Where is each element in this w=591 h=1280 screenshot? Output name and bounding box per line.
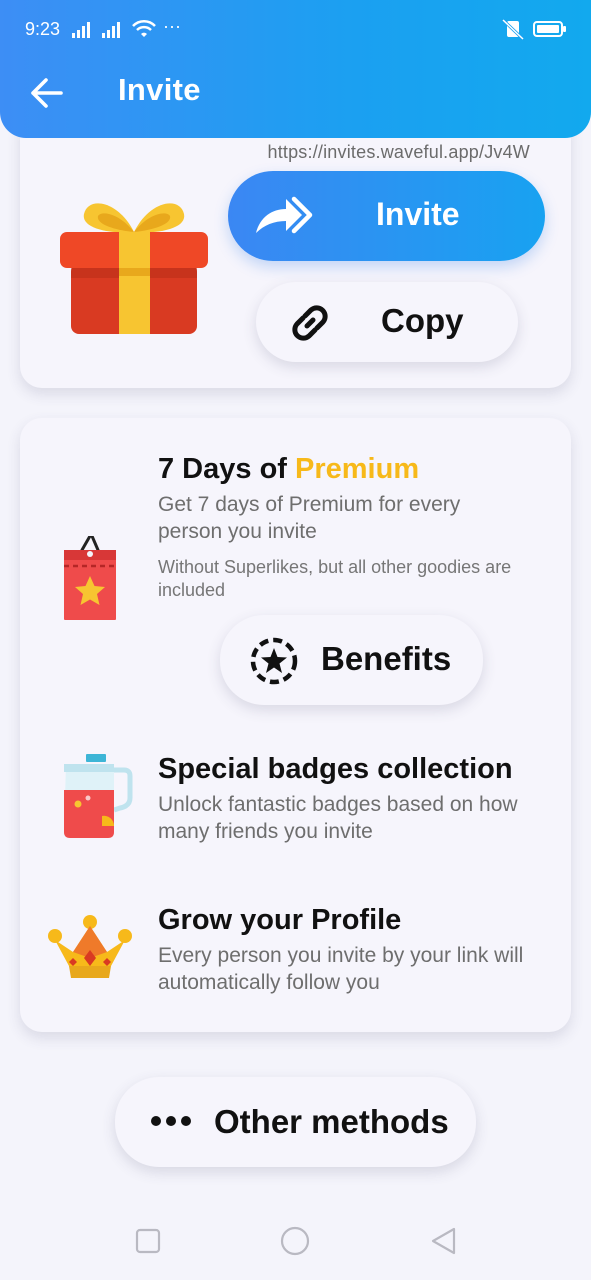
app-header: 9:23 ··· Invite <box>0 0 591 138</box>
profile-title: Grow your Profile <box>158 904 402 936</box>
invite-url[interactable]: https://invites.waveful.app/Jv4W <box>267 142 530 163</box>
badges-jar-icon <box>64 754 133 838</box>
vibrate-off-icon <box>501 18 525 40</box>
profile-description: Every person you invite by your link wil… <box>158 944 524 994</box>
copy-button-label: Copy <box>381 302 464 339</box>
home-circle-icon[interactable] <box>280 1226 310 1256</box>
star-badge-icon <box>250 637 298 685</box>
invite-button[interactable]: Invite <box>228 171 545 261</box>
page-title: Invite <box>118 72 201 107</box>
gift-icon <box>60 203 208 334</box>
wifi-icon <box>132 19 156 37</box>
copy-button[interactable]: Copy <box>256 282 518 362</box>
share-forward-icon <box>256 196 313 234</box>
link-icon <box>292 305 328 341</box>
more-dots-icon <box>151 1116 191 1126</box>
other-methods-label: Other methods <box>214 1103 449 1140</box>
back-triangle-icon[interactable] <box>429 1226 457 1256</box>
invite-button-label: Invite <box>376 196 460 232</box>
recents-square-icon[interactable] <box>135 1228 161 1254</box>
premium-note: Without Superlikes, but all other goodie… <box>158 557 512 600</box>
back-arrow-icon[interactable] <box>28 76 66 110</box>
benefits-button-label: Benefits <box>321 640 452 677</box>
premium-title: 7 Days of Premium <box>158 453 419 486</box>
premium-highlight: Premium <box>295 453 420 485</box>
status-time: 9:23 <box>25 19 61 39</box>
crown-icon <box>48 915 132 978</box>
badges-description: Unlock fantastic badges based on how man… <box>158 793 518 843</box>
other-methods-button[interactable]: Other methods <box>115 1077 476 1167</box>
signal-icon <box>72 22 120 38</box>
premium-tag-icon <box>64 536 116 620</box>
premium-title-prefix: 7 Days of <box>158 453 295 485</box>
benefits-button[interactable]: Benefits <box>220 615 483 705</box>
battery-icon <box>533 21 566 37</box>
status-dots: ··· <box>163 16 181 36</box>
premium-description: Get 7 days of Premium for every person y… <box>158 493 461 543</box>
badges-title: Special badges collection <box>158 753 513 785</box>
